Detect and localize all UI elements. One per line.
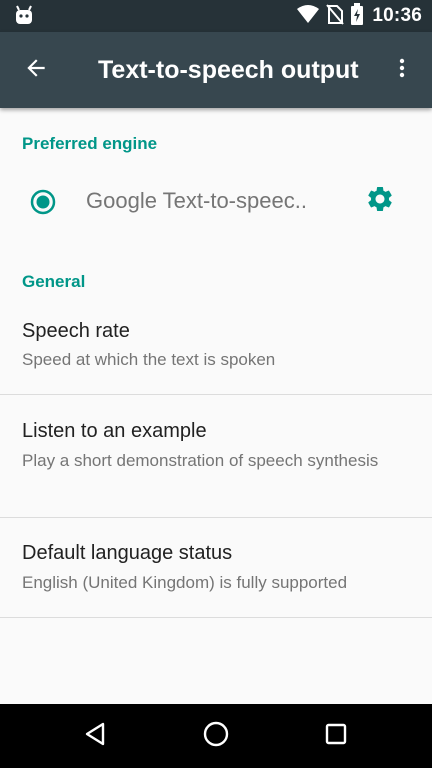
nav-home-button[interactable] (184, 712, 248, 760)
gear-icon (365, 184, 395, 219)
recents-square-icon (324, 722, 348, 751)
pref-summary: Play a short demonstration of speech syn… (22, 451, 379, 470)
back-button[interactable] (12, 46, 60, 94)
pref-title: Default language status (22, 542, 233, 564)
arrow-back-icon (23, 55, 49, 86)
pref-title: Speech rate (22, 320, 130, 342)
general-header: General (22, 272, 86, 291)
page-title: Text-to-speech output (98, 56, 359, 84)
divider (0, 617, 432, 618)
pref-title: Listen to an example (22, 420, 207, 442)
android-debug-icon (12, 5, 36, 27)
home-circle-icon (202, 720, 230, 753)
nav-back-button[interactable] (64, 712, 128, 760)
engine-settings-button[interactable] (356, 177, 404, 225)
no-sim-icon (326, 3, 345, 30)
system-nav-bar (0, 704, 432, 768)
radio-button-selected[interactable] (30, 189, 56, 215)
overflow-menu-button[interactable] (378, 46, 426, 94)
default-language-status-item[interactable]: Default language status English (United … (0, 518, 432, 617)
back-triangle-icon (83, 721, 109, 752)
pref-summary: English (United Kingdom) is fully suppor… (22, 573, 348, 592)
status-bar: 10:36 (0, 0, 432, 32)
engine-label: Google Text-to-speec.. (86, 188, 307, 213)
battery-charging-icon (350, 2, 364, 30)
nav-recents-button[interactable] (304, 712, 368, 760)
status-icons: 10:36 (296, 0, 422, 32)
listen-example-item[interactable]: Listen to an example Play a short demons… (0, 395, 432, 517)
toolbar: Text-to-speech output (0, 32, 432, 108)
engine-option-google[interactable]: Google Text-to-speec.. (0, 166, 432, 236)
pref-summary: Speed at which the text is spoken (22, 350, 276, 369)
preferred-engine-header: Preferred engine (22, 134, 158, 153)
wifi-icon (296, 4, 320, 29)
speech-rate-item[interactable]: Speech rate Speed at which the text is s… (0, 304, 432, 394)
more-vert-icon (390, 55, 414, 86)
status-time: 10:36 (372, 5, 422, 26)
settings-list: Preferred engine Google Text-to-speec.. … (0, 108, 432, 704)
